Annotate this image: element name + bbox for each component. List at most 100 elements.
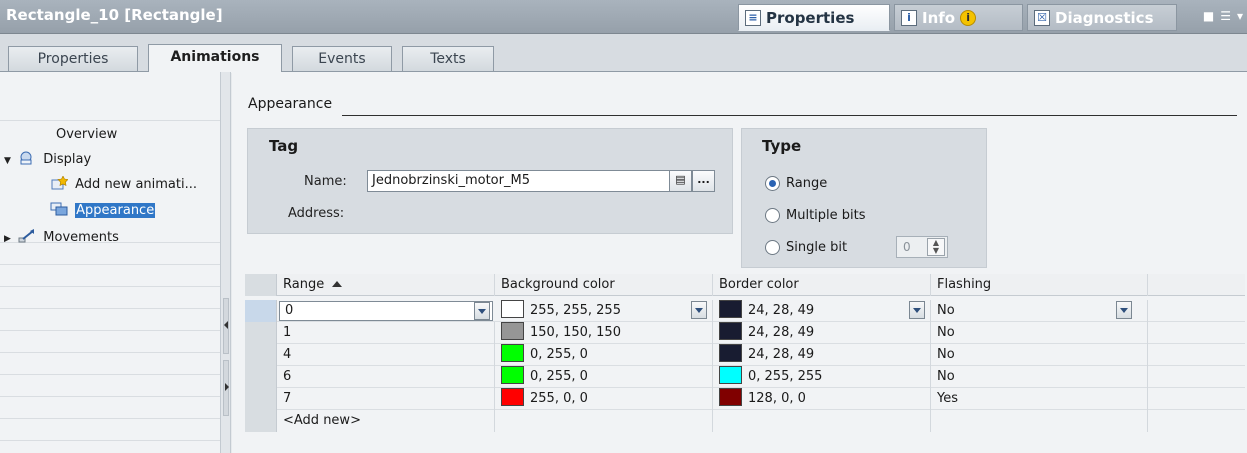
spinner-arrows-icon[interactable]: ▲ ▼ xyxy=(927,238,945,256)
nav-movements[interactable]: ▶ Movements xyxy=(4,228,119,248)
tab-editor-texts[interactable]: Texts xyxy=(402,46,494,72)
flashing-dropdown[interactable] xyxy=(1116,301,1132,319)
range-cell[interactable]: 6 xyxy=(277,366,495,388)
border-color-cell[interactable]: 24, 28, 49 xyxy=(713,300,931,322)
border-color-cell[interactable]: 0, 255, 255 xyxy=(713,366,931,388)
radio-range-circle[interactable] xyxy=(765,176,780,191)
collapse-right-handle[interactable] xyxy=(223,360,229,416)
radio-multiple-bits-circle[interactable] xyxy=(765,208,780,223)
background-color-cell[interactable]: 0, 255, 0 xyxy=(495,366,713,388)
border-color-value: 128, 0, 0 xyxy=(748,391,806,406)
nav-divider xyxy=(0,374,220,375)
row-header[interactable] xyxy=(245,344,277,366)
list-icon: ▤ xyxy=(675,173,686,186)
nav-divider xyxy=(0,352,220,353)
row-header[interactable] xyxy=(245,322,277,344)
border-color-value: 24, 28, 49 xyxy=(748,347,815,362)
section-divider xyxy=(342,115,1237,116)
nav-divider xyxy=(0,264,220,265)
range-dropdown-button[interactable] xyxy=(474,302,490,320)
window-controls: ■ ☰ ▾ xyxy=(1203,9,1243,23)
tab-editor-animations[interactable]: Animations xyxy=(148,44,282,73)
border-color-swatch xyxy=(719,322,742,340)
background-color-value: 0, 255, 0 xyxy=(530,369,588,384)
flashing-cell[interactable]: Yes xyxy=(931,388,1148,410)
tag-browse-button[interactable]: ... xyxy=(692,170,715,192)
table-row-add-new[interactable]: <Add new> xyxy=(245,410,1245,432)
border-color-swatch xyxy=(719,344,742,362)
tag-name-input[interactable]: Jednobrzinski_motor_M5 xyxy=(367,170,697,192)
table-row[interactable]: 6 0, 255, 0 0, 255, 255 No xyxy=(245,366,1245,388)
row-header xyxy=(245,274,277,296)
background-color-cell[interactable]: 150, 150, 150 xyxy=(495,322,713,344)
tag-list-button[interactable]: ▤ xyxy=(669,170,692,192)
row-header[interactable] xyxy=(245,410,277,432)
collapse-left-handle[interactable] xyxy=(223,298,229,354)
background-color-value: 150, 150, 150 xyxy=(530,325,621,340)
nav-add-new-animation[interactable]: Add new animati... xyxy=(50,175,197,195)
background-color-value: 0, 255, 0 xyxy=(530,347,588,362)
radio-range[interactable]: Range xyxy=(765,176,827,191)
background-color-value: 255, 0, 0 xyxy=(530,391,588,406)
float-window-icon[interactable]: ■ xyxy=(1203,9,1214,23)
table-row[interactable]: 7 255, 0, 0 128, 0, 0 Yes xyxy=(245,388,1245,410)
nav-divider xyxy=(0,418,220,419)
flashing-cell[interactable]: No xyxy=(931,322,1148,344)
table-header-row: Range Background color Border color Flas… xyxy=(245,274,1245,296)
radio-multiple-bits-label: Multiple bits xyxy=(786,208,866,223)
radio-single-bit[interactable]: Single bit xyxy=(765,240,847,255)
properties-inspector-window: Rectangle_10 [Rectangle] ≡ Properties i … xyxy=(0,0,1247,453)
column-header-background-color[interactable]: Background color xyxy=(495,274,713,296)
row-header[interactable] xyxy=(245,388,277,410)
border-color-swatch xyxy=(719,366,742,384)
tab-diagnostics[interactable]: ☒ Diagnostics xyxy=(1027,4,1177,31)
radio-single-bit-circle[interactable] xyxy=(765,240,780,255)
radio-multiple-bits[interactable]: Multiple bits xyxy=(765,208,866,223)
table-row[interactable]: 0 255, 255, 255 24, 28, 49 No xyxy=(245,300,1245,322)
expand-down-icon[interactable]: ▼ xyxy=(4,151,14,171)
row-header[interactable] xyxy=(245,366,277,388)
chevron-down-icon[interactable]: ▾ xyxy=(1237,9,1243,23)
nav-overview[interactable]: Overview xyxy=(56,125,117,145)
tab-editor-events[interactable]: Events xyxy=(292,46,392,72)
border-color-cell[interactable]: 24, 28, 49 xyxy=(713,322,931,344)
border-color-dropdown[interactable] xyxy=(909,301,925,319)
border-color-cell[interactable]: 24, 28, 49 xyxy=(713,344,931,366)
nav-appearance[interactable]: Appearance xyxy=(50,201,156,221)
range-input[interactable]: 0 xyxy=(279,301,493,321)
display-icon xyxy=(18,151,36,165)
background-color-cell[interactable]: 255, 0, 0 xyxy=(495,388,713,410)
range-cell[interactable]: 4 xyxy=(277,344,495,366)
table-row[interactable]: 4 0, 255, 0 24, 28, 49 No xyxy=(245,344,1245,366)
background-color-cell[interactable]: 255, 255, 255 xyxy=(495,300,713,322)
tag-name-label: Name: xyxy=(304,174,347,189)
flashing-cell[interactable]: No xyxy=(931,300,1148,322)
column-header-border-color[interactable]: Border color xyxy=(713,274,931,296)
radio-range-label: Range xyxy=(786,176,828,191)
table-row[interactable]: 1 150, 150, 150 24, 28, 49 No xyxy=(245,322,1245,344)
row-header[interactable] xyxy=(245,300,277,322)
arrow-left-icon xyxy=(224,321,228,329)
nav-display[interactable]: ▼ Display xyxy=(4,150,91,170)
flashing-cell[interactable]: No xyxy=(931,366,1148,388)
border-color-value: 0, 255, 255 xyxy=(748,369,823,384)
tab-info[interactable]: i Info i xyxy=(894,4,1023,31)
border-color-cell[interactable]: 128, 0, 0 xyxy=(713,388,931,410)
nav-divider xyxy=(0,308,220,309)
range-cell[interactable]: 1 xyxy=(277,322,495,344)
layout-icon[interactable]: ☰ xyxy=(1220,9,1231,23)
tab-editor-properties[interactable]: Properties xyxy=(8,46,138,72)
background-color-dropdown[interactable] xyxy=(691,301,707,319)
nav-movements-label: Movements xyxy=(43,230,119,245)
panel-splitter[interactable] xyxy=(220,72,231,453)
nav-display-label: Display xyxy=(43,152,92,167)
flashing-cell[interactable]: No xyxy=(931,344,1148,366)
single-bit-spinner[interactable]: 0 ▲ ▼ xyxy=(896,236,948,258)
background-color-cell[interactable]: 0, 255, 0 xyxy=(495,344,713,366)
expand-right-icon[interactable]: ▶ xyxy=(4,229,14,249)
tab-properties[interactable]: ≡ Properties xyxy=(738,4,890,31)
add-new-cell[interactable]: <Add new> xyxy=(277,410,495,432)
column-header-range[interactable]: Range xyxy=(277,274,495,296)
range-cell[interactable]: 7 xyxy=(277,388,495,410)
column-header-flashing[interactable]: Flashing xyxy=(931,274,1148,296)
